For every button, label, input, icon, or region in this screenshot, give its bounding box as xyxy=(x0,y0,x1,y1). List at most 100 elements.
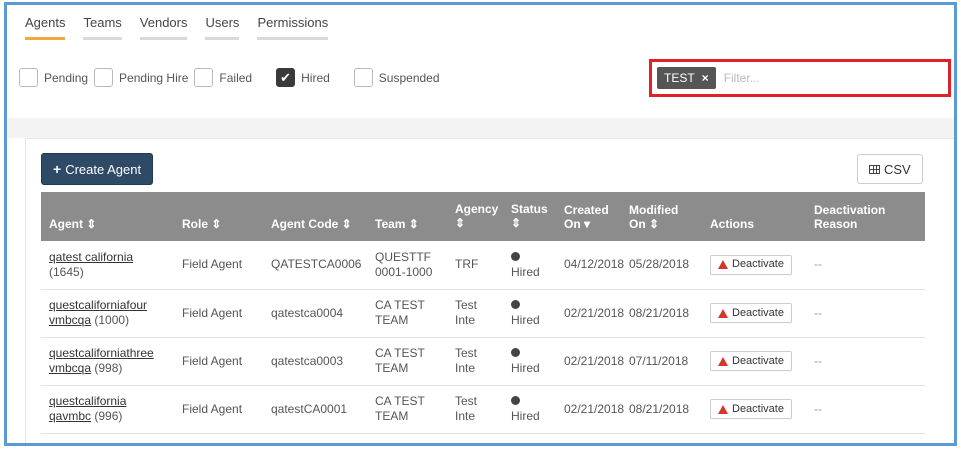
deactivate-button[interactable]: Deactivate xyxy=(710,303,792,323)
checkmark-icon[interactable]: ✔ xyxy=(276,68,296,87)
filter-input[interactable] xyxy=(723,67,943,89)
agent-link-line-2: vmbcqa xyxy=(49,361,92,375)
filter-label: Suspended xyxy=(378,70,440,85)
agency-cell: Test Inte xyxy=(455,394,478,423)
created-cell: 04/12/2018 xyxy=(564,257,625,272)
col-agency[interactable]: Agency ⇕ xyxy=(447,192,503,241)
col-reason-label: Deactivation xyxy=(814,203,886,217)
remove-tag-icon[interactable]: × xyxy=(702,71,709,85)
col-created-sort: On ▾ xyxy=(564,217,591,231)
agent-cell: qatest california (1645) xyxy=(41,241,174,289)
filter-label: Pending Hire xyxy=(119,70,189,85)
status-text: Hired xyxy=(511,361,540,375)
col-agency-label: Agency xyxy=(455,202,499,216)
tab-permissions[interactable]: Permissions xyxy=(257,15,328,40)
team-line-2: TEAM xyxy=(375,409,409,423)
actions-cell: Deactivate xyxy=(702,241,806,289)
filter-suspended[interactable]: Suspended xyxy=(353,68,440,87)
checkbox[interactable] xyxy=(94,68,114,87)
team-line-2: TEAM xyxy=(375,313,409,327)
agent-link[interactable]: qatest california xyxy=(49,250,133,264)
status-dot-icon xyxy=(511,348,520,357)
content-separator xyxy=(7,118,954,138)
checkbox[interactable] xyxy=(194,68,214,87)
status-filter-group: Pending Pending Hire Failed ✔ Hired Susp… xyxy=(19,68,446,87)
warning-icon xyxy=(718,260,728,270)
tab-vendors[interactable]: Vendors xyxy=(139,15,187,40)
warning-icon xyxy=(718,404,728,414)
agent-link-line-1: questcaliforniathree xyxy=(49,346,154,360)
team-line-1: CA TEST xyxy=(375,346,425,360)
agent-link-line-2: vmbcqa xyxy=(49,313,92,327)
created-cell: 02/21/2018 xyxy=(564,353,625,368)
col-modified-label: Modified xyxy=(629,203,679,217)
agent-id: (996) xyxy=(94,409,123,423)
deactivate-button[interactable]: Deactivate xyxy=(710,254,792,275)
agent-id: (1645) xyxy=(49,264,84,279)
filter-hired[interactable]: ✔ Hired xyxy=(276,68,330,87)
deactivate-label: Deactivate xyxy=(732,258,784,271)
agent-id: (998) xyxy=(94,361,123,375)
agent-link-line-1: questcalifornia xyxy=(49,394,127,408)
agent-cell: questcaliforniafour vmbcqa (1000) xyxy=(41,289,174,337)
agency-cell: Test Inte xyxy=(455,346,478,375)
sort-icon: ⇕ xyxy=(455,216,466,230)
agents-table: Agent ⇕ Role ⇕ Agent Code ⇕ Team ⇕ Agenc… xyxy=(41,192,925,434)
tab-users[interactable]: Users xyxy=(205,15,239,40)
csv-label: CSV xyxy=(884,161,911,177)
warning-icon xyxy=(718,356,728,366)
team-line-1: QUESTTF xyxy=(375,249,431,264)
filter-search-box: TEST × xyxy=(649,59,951,97)
col-modified-on[interactable]: Modified On ⇕ xyxy=(621,192,702,241)
agent-code-cell: qatestca0004 xyxy=(271,305,344,320)
agent-link-line-1: questcaliforniafour xyxy=(49,298,148,312)
deactivate-label: Deactivate xyxy=(732,402,784,415)
filter-label: Failed xyxy=(219,70,253,85)
create-agent-button[interactable]: + Create Agent xyxy=(41,153,154,185)
status-cell: Hired xyxy=(503,337,556,385)
modified-cell: 05/28/2018 xyxy=(629,257,690,272)
checkbox[interactable] xyxy=(353,68,373,87)
actions-cell: Deactivate xyxy=(702,385,806,433)
col-agent-code[interactable]: Agent Code ⇕ xyxy=(263,192,367,241)
checkbox[interactable] xyxy=(19,68,38,87)
col-created-on[interactable]: Created On ▾ xyxy=(556,192,621,241)
sort-icon: ⇕ xyxy=(511,216,522,230)
col-agent[interactable]: Agent ⇕ xyxy=(41,192,174,241)
col-role[interactable]: Role ⇕ xyxy=(174,192,263,241)
csv-export-button[interactable]: CSV xyxy=(857,154,923,184)
tab-agents[interactable]: Agents xyxy=(25,15,66,40)
table-row: qatest california (1645) Field Agent QATE… xyxy=(41,241,925,289)
agent-code-cell: qatestca0003 xyxy=(271,353,344,368)
team-line-1: CA TEST xyxy=(375,394,425,408)
deactivate-button[interactable]: Deactivate xyxy=(710,351,792,371)
status-text: Hired xyxy=(511,409,540,423)
tab-teams[interactable]: Teams xyxy=(83,15,123,40)
col-created-label: Created xyxy=(564,203,609,217)
role-cell: Field Agent xyxy=(182,353,243,368)
deactivate-button[interactable]: Deactivate xyxy=(710,399,792,419)
status-dot-icon xyxy=(511,396,520,405)
reason-cell: -- xyxy=(814,401,822,416)
col-deactivation-reason: Deactivation Reason xyxy=(806,192,925,241)
col-team[interactable]: Team ⇕ xyxy=(367,192,447,241)
filter-pending[interactable]: Pending xyxy=(19,68,88,87)
team-cell: CA TEST TEAM xyxy=(367,337,447,385)
status-cell: Hired xyxy=(503,241,556,289)
filter-pending-hire[interactable]: Pending Hire xyxy=(94,68,188,87)
col-modified-sort: On ⇕ xyxy=(629,217,660,231)
reason-cell: -- xyxy=(814,257,822,272)
filter-failed[interactable]: Failed xyxy=(194,68,252,87)
warning-icon xyxy=(718,308,728,318)
team-cell: QUESTTF 0001-1000 xyxy=(367,241,447,289)
agent-id: (1000) xyxy=(94,313,130,327)
actions-cell: Deactivate xyxy=(702,289,806,337)
table-header-row: Agent ⇕ Role ⇕ Agent Code ⇕ Team ⇕ Agenc… xyxy=(41,192,925,241)
modified-cell: 08/21/2018 xyxy=(629,401,690,416)
plus-icon: + xyxy=(53,161,62,177)
role-cell: Field Agent xyxy=(182,305,243,320)
role-cell: Field Agent xyxy=(182,257,243,272)
status-cell: Hired xyxy=(503,289,556,337)
agency-cell: TRF xyxy=(455,257,479,272)
col-status[interactable]: Status ⇕ xyxy=(503,192,556,241)
